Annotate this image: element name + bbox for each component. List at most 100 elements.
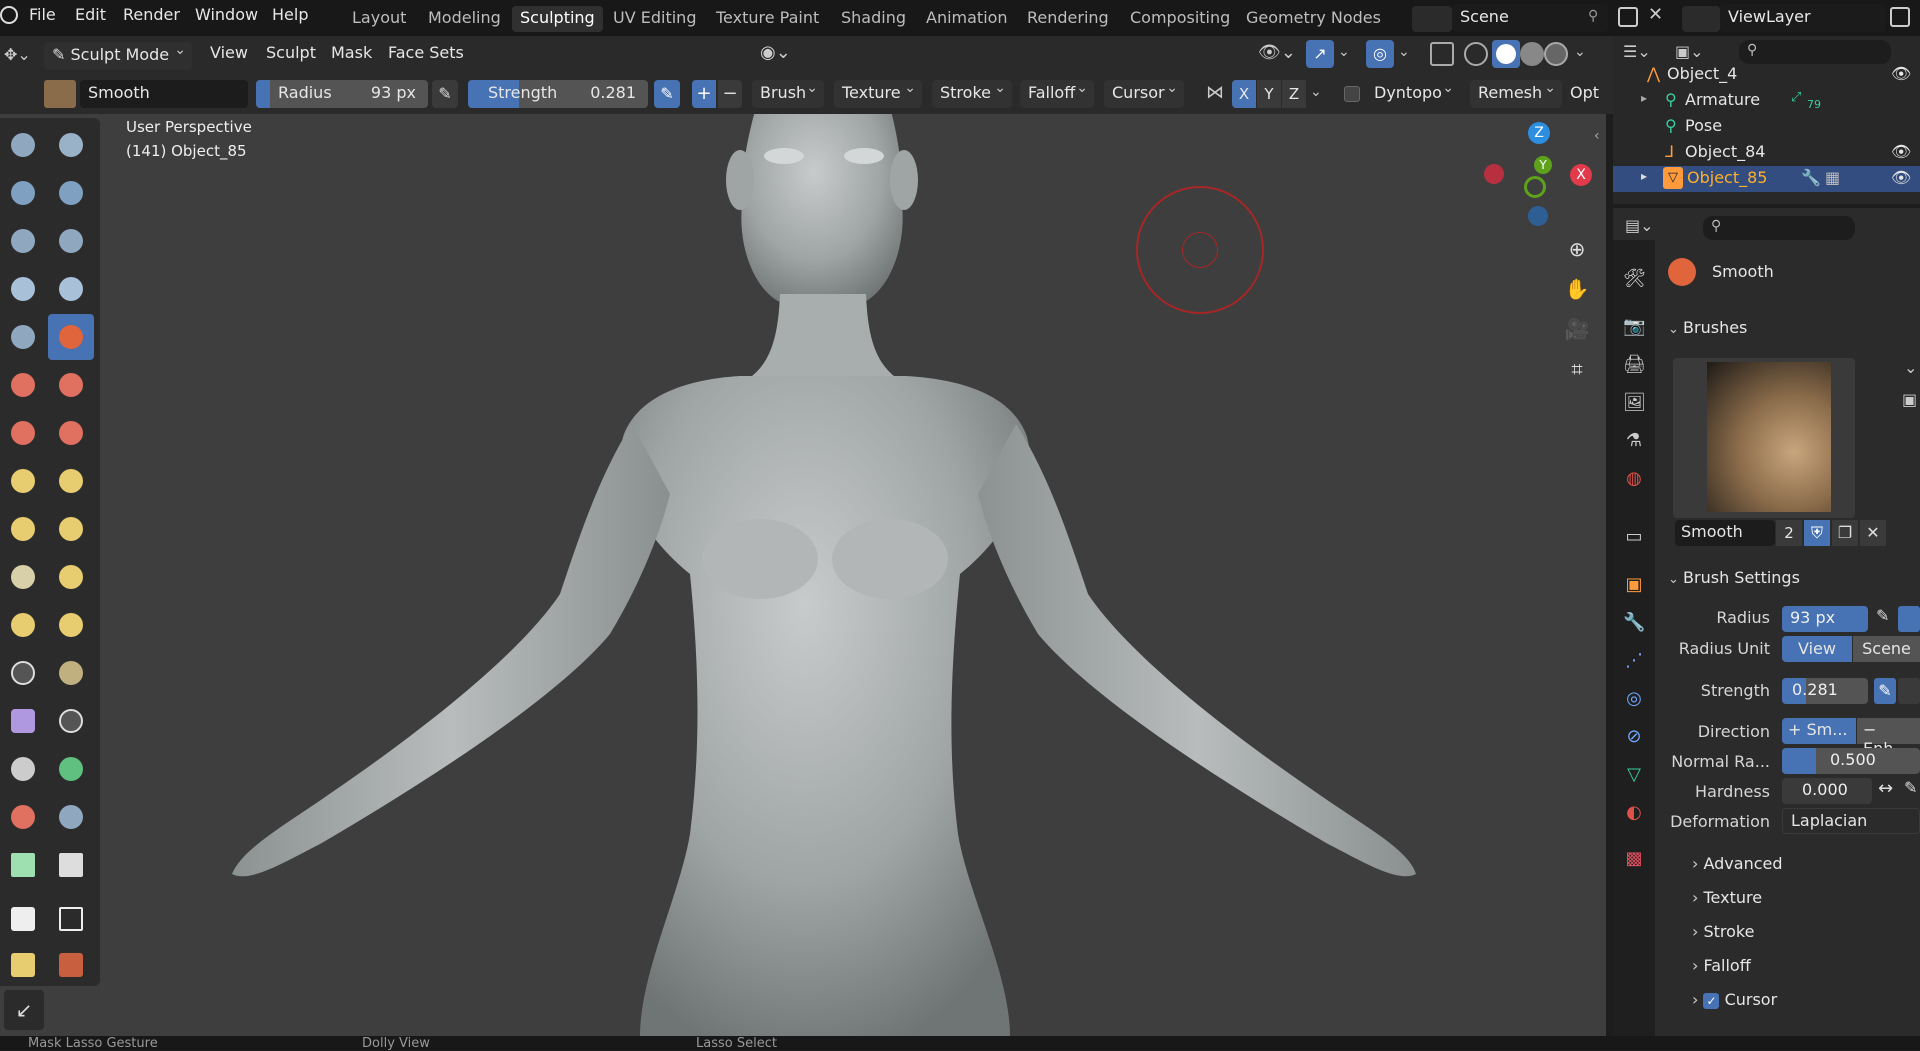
vertex-groups-icon[interactable]: ▦ [1825, 168, 1840, 187]
crease-brush-tool[interactable] [0, 314, 46, 360]
view-layer-tab-icon[interactable]: 🖼 [1623, 392, 1646, 414]
physics-tab-icon[interactable]: ◎ [1623, 688, 1645, 710]
brush-dropdown-side-icon[interactable]: ⌄ [1904, 358, 1917, 377]
nav-gizmo-x[interactable]: X [1570, 164, 1592, 186]
collection-tab-icon[interactable]: ▭ [1623, 526, 1645, 548]
scene-icon[interactable] [1412, 6, 1452, 32]
cursor-dropdown[interactable]: Cursor [1104, 80, 1184, 108]
tool-tab-icon[interactable]: 🛠 [1623, 268, 1646, 290]
mirror-z-button[interactable]: Z [1282, 80, 1306, 108]
texture-tab-icon[interactable]: ▩ [1623, 848, 1645, 870]
data-tab-icon[interactable]: ▽ [1623, 764, 1645, 786]
remesh-dropdown[interactable]: Remesh [1470, 80, 1562, 108]
new-scene-icon[interactable] [1618, 7, 1638, 27]
wireframe-shading-icon[interactable] [1464, 42, 1488, 66]
multiplane-scrape-brush-tool[interactable] [48, 410, 94, 456]
cursor-subsection[interactable]: › ✓ Cursor [1692, 990, 1777, 1009]
transform-pivot-icon[interactable]: ◉⌄ [760, 42, 791, 63]
nav-gizmo-neg-x[interactable] [1484, 164, 1504, 184]
particles-tab-icon[interactable]: ⋰ [1623, 650, 1645, 672]
menu-file[interactable]: File [29, 5, 56, 24]
radius-unified-icon[interactable] [1898, 606, 1920, 632]
modifier-tab-icon[interactable]: 🔧 [1623, 612, 1645, 634]
deformation-dropdown[interactable]: Laplacian [1782, 808, 1920, 834]
constraints-tab-icon[interactable]: ⊘ [1623, 726, 1645, 748]
cloth-brush-tool[interactable] [0, 698, 46, 744]
stroke-subsection[interactable]: › Stroke [1692, 922, 1754, 941]
hardness-pressure-icon[interactable]: ✎ [1904, 778, 1917, 797]
strength-pressure-icon[interactable]: ✎ [654, 80, 680, 108]
menu-help[interactable]: Help [272, 5, 308, 24]
gizmo-toggle-icon[interactable]: ↗ [1306, 40, 1334, 68]
tab-geometry-nodes[interactable]: Geometry Nodes [1238, 6, 1389, 32]
expand-arrow-icon[interactable]: ▸ [1641, 169, 1647, 183]
snake-hook-brush-tool[interactable] [48, 506, 94, 552]
3d-viewport[interactable]: User Perspective (141) Object_85 Z Y X ⊕… [0, 114, 1606, 1036]
material-tab-icon[interactable]: ◐ [1623, 802, 1645, 824]
tab-compositing[interactable]: Compositing [1122, 6, 1238, 32]
eye-icon[interactable]: 👁 [1891, 168, 1911, 187]
brush-thumbnail-icon[interactable] [44, 80, 76, 108]
symmetry-icon[interactable]: ⋈ [1206, 82, 1224, 103]
nav-gizmo-neg-z[interactable] [1528, 206, 1548, 226]
outliner-row-object-4[interactable]: ⋀ Object_4 👁 [1613, 62, 1920, 88]
multires-displacement-eraser-tool[interactable] [0, 794, 46, 840]
texture-dropdown[interactable]: Texture [834, 80, 922, 108]
editor-type-icon[interactable]: ✥⌄ [4, 45, 31, 64]
pinch-brush-tool[interactable] [0, 458, 46, 504]
new-view-layer-icon[interactable] [1890, 7, 1910, 27]
box-trim-tool[interactable] [48, 942, 94, 988]
material-shading-icon[interactable] [1520, 42, 1544, 66]
duplicate-brush-icon[interactable]: ❐ [1832, 520, 1858, 546]
tab-animation[interactable]: Animation [918, 6, 1016, 32]
clay-thumb-brush-tool[interactable] [0, 218, 46, 264]
radius-pressure-icon[interactable]: ✎ [1876, 606, 1889, 625]
radius-slider[interactable]: Radius 93 px [256, 80, 428, 108]
mirror-y-button[interactable]: Y [1257, 80, 1281, 108]
overlay-toggle-icon[interactable]: ◎ [1366, 40, 1394, 68]
output-tab-icon[interactable]: 🖨 [1623, 354, 1646, 376]
visibility-icon[interactable]: 👁⌄ [1258, 42, 1296, 63]
options-dropdown[interactable]: Opt [1570, 83, 1599, 102]
radius-unit-scene-button[interactable]: Scene [1853, 636, 1920, 662]
falloff-dropdown[interactable]: Falloff [1020, 80, 1094, 108]
overlay-dropdown-icon[interactable]: ⌄ [1398, 44, 1410, 60]
mode-dropdown[interactable]: ✎ Sculpt Mode [44, 42, 192, 70]
brush-dropdown[interactable]: Brush [752, 80, 824, 108]
radius-unit-view-button[interactable]: View [1782, 636, 1852, 662]
eye-icon[interactable]: 👁 [1891, 142, 1911, 161]
draw-face-sets-tool[interactable] [48, 746, 94, 792]
pose-brush-tool[interactable] [48, 554, 94, 600]
delete-scene-icon[interactable]: ✕ [1648, 4, 1663, 25]
brush-settings-section-header[interactable]: ⌄ Brush Settings [1668, 568, 1800, 587]
clay-strips-brush-tool[interactable] [48, 170, 94, 216]
grab-brush-tool[interactable] [48, 458, 94, 504]
radius-pressure-icon[interactable]: ✎ [432, 80, 458, 108]
blob-brush-tool[interactable] [48, 266, 94, 312]
outliner-row-object-84[interactable]: ⅃ Object_84 👁 [1613, 140, 1920, 166]
zoom-icon[interactable]: ⊕ [1560, 232, 1594, 266]
radius-field[interactable]: 93 px [1782, 606, 1868, 632]
expand-arrow-icon[interactable]: ▸ [1641, 91, 1647, 105]
outliner-row-object-85[interactable]: ▸ ▽ Object_85 🔧 ▦ 👁 [1613, 166, 1920, 192]
blender-logo-icon[interactable] [0, 6, 18, 24]
direction-add-button[interactable]: + [692, 80, 716, 108]
render-tab-icon[interactable]: 📷 [1623, 316, 1645, 338]
smear-tool[interactable] [48, 842, 94, 888]
clay-brush-tool[interactable] [0, 170, 46, 216]
view-layer-icon[interactable] [1682, 6, 1720, 32]
eye-icon[interactable]: 👁 [1891, 64, 1911, 83]
normal-radius-field[interactable]: 0.500 [1782, 748, 1920, 774]
tab-rendering[interactable]: Rendering [1019, 6, 1117, 32]
outliner-display-mode-icon[interactable]: ☰⌄ [1623, 42, 1651, 61]
brushes-section-header[interactable]: ⌄ Brushes [1668, 318, 1747, 337]
properties-editor-type-icon[interactable]: ▤⌄ [1625, 216, 1654, 235]
box-hide-tool[interactable] [48, 896, 94, 942]
modifier-wrench-icon[interactable]: 🔧 [1801, 168, 1821, 187]
menu-face-sets[interactable]: Face Sets [388, 43, 464, 62]
xray-icon[interactable] [1430, 42, 1454, 66]
dyntopo-dropdown[interactable]: Dyntopo [1366, 80, 1460, 108]
tab-texture-paint[interactable]: Texture Paint [708, 6, 827, 32]
scene-field[interactable]: Scene [1452, 4, 1608, 32]
outliner-search-input[interactable]: ⚲ [1739, 40, 1891, 64]
